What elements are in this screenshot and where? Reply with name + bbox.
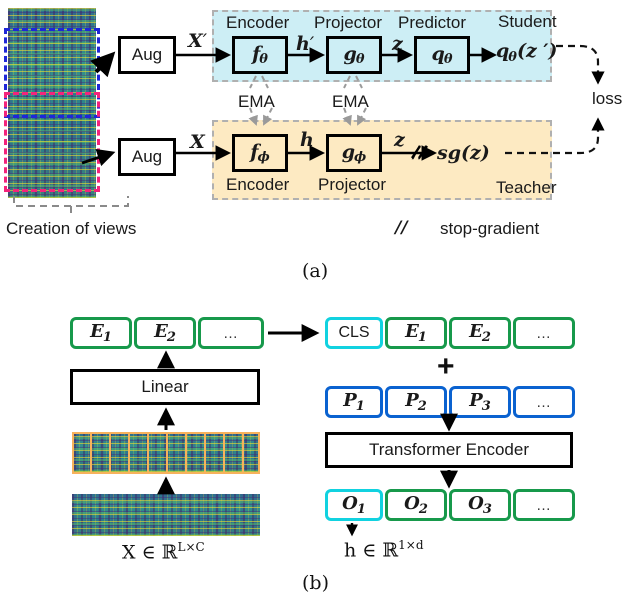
plus-symbol: + [437, 350, 455, 383]
token-e2-label: E2 [154, 321, 176, 345]
g-theta-label: gθ [343, 42, 365, 68]
teacher-region-label: Teacher [496, 178, 557, 197]
student-projector-label: Projector [314, 13, 383, 32]
input-spectrogram [72, 494, 260, 536]
output-caption: h ∈ ℝ1×d [344, 538, 424, 562]
token-p3-label: P3 [469, 390, 491, 414]
stop-gradient-slash-inline: // [413, 143, 426, 163]
q-theta-label: qθ [431, 42, 453, 68]
token-o1-label: O1 [342, 493, 366, 517]
token-cls-e2-label: E2 [469, 321, 491, 345]
transformer-encoder-label: Transformer Encoder [369, 440, 529, 459]
g-phi-label: gϕ [341, 140, 367, 166]
teacher-z-signal: z [394, 129, 405, 151]
student-z-signal: z [392, 33, 403, 55]
output-token-row: O1 O2 O3 … [325, 489, 577, 521]
aug-top-label: Aug [131, 45, 163, 64]
input-caption: X ∈ ℝL×C [122, 540, 205, 564]
positional-token-row: P1 P2 P3 … [325, 386, 577, 418]
student-input-signal: X′ [188, 30, 208, 52]
token-p1: P1 [325, 386, 383, 418]
aug-block-top: Aug [118, 36, 176, 74]
token-o-ellipsis: … [513, 489, 575, 521]
f-phi-label: fϕ [250, 140, 270, 166]
figure-root: Student Teacher Creation of views Aug Au… [0, 0, 630, 596]
token-e-ellipsis: … [198, 317, 264, 349]
token-o-ellipsis-label: … [536, 496, 552, 514]
ema-label-encoder: EMA [238, 92, 275, 111]
stop-gradient-legend-symbol: // [395, 218, 408, 238]
token-cls-e1: E1 [385, 317, 447, 349]
token-o3: O3 [449, 489, 511, 521]
student-predictor-block: qθ [414, 36, 470, 74]
teacher-projector-block: gϕ [326, 134, 382, 172]
token-p3: P3 [449, 386, 511, 418]
f-theta-label: fθ [252, 42, 268, 68]
token-p2: P2 [385, 386, 447, 418]
crop-box-view-2 [4, 92, 100, 192]
teacher-h-signal: h [300, 129, 314, 151]
token-cls: CLS [325, 317, 383, 349]
transformer-encoder-block: Transformer Encoder [325, 432, 573, 468]
student-encoder-label: Encoder [226, 13, 290, 32]
token-e2: E2 [134, 317, 196, 349]
loss-label: loss [592, 89, 623, 108]
panel-b-caption: (b) [302, 572, 329, 594]
cls-token-row: CLS E1 E2 … [325, 317, 577, 349]
patched-spectrogram [72, 432, 260, 474]
student-predictor-label: Predictor [398, 13, 467, 32]
teacher-projector-label: Projector [318, 175, 387, 194]
token-p1-label: P1 [343, 390, 365, 414]
teacher-encoder-label: Encoder [226, 175, 290, 194]
linear-label: Linear [141, 377, 189, 396]
token-cls-ellipsis-label: … [536, 324, 552, 342]
token-p-ellipsis: … [513, 386, 575, 418]
teacher-encoder-block: fϕ [232, 134, 288, 172]
student-encoder-block: fθ [232, 36, 288, 74]
token-o1: O1 [325, 489, 383, 521]
creation-of-views-label: Creation of views [6, 219, 137, 238]
token-cls-label: CLS [338, 324, 370, 341]
stop-gradient-legend-label: stop-gradient [440, 219, 540, 238]
teacher-input-signal: X [190, 131, 205, 153]
ema-label-projector: EMA [332, 92, 369, 111]
student-region-label: Student [498, 12, 557, 31]
token-e1-label: E1 [90, 321, 112, 345]
student-output-expression: qθ(z ′) [496, 40, 558, 65]
token-p2-label: P2 [405, 390, 427, 414]
student-h-signal: h′ [296, 33, 315, 55]
aug-block-bottom: Aug [118, 138, 176, 176]
token-o2: O2 [385, 489, 447, 521]
token-o3-label: O3 [468, 493, 492, 517]
token-cls-e1-label: E1 [405, 321, 427, 345]
token-cls-ellipsis: … [513, 317, 575, 349]
token-o2-label: O2 [404, 493, 428, 517]
token-cls-e2: E2 [449, 317, 511, 349]
aug-bottom-label: Aug [131, 147, 163, 166]
student-projector-block: gθ [326, 36, 382, 74]
token-e1: E1 [70, 317, 132, 349]
sg-expression: sg(z) [437, 142, 490, 164]
panel-a-caption: (a) [302, 260, 329, 282]
token-e-ellipsis-label: … [223, 324, 239, 342]
linear-block: Linear [70, 369, 260, 405]
token-p-ellipsis-label: … [536, 393, 552, 411]
embedding-token-row: E1 E2 … [70, 317, 266, 349]
